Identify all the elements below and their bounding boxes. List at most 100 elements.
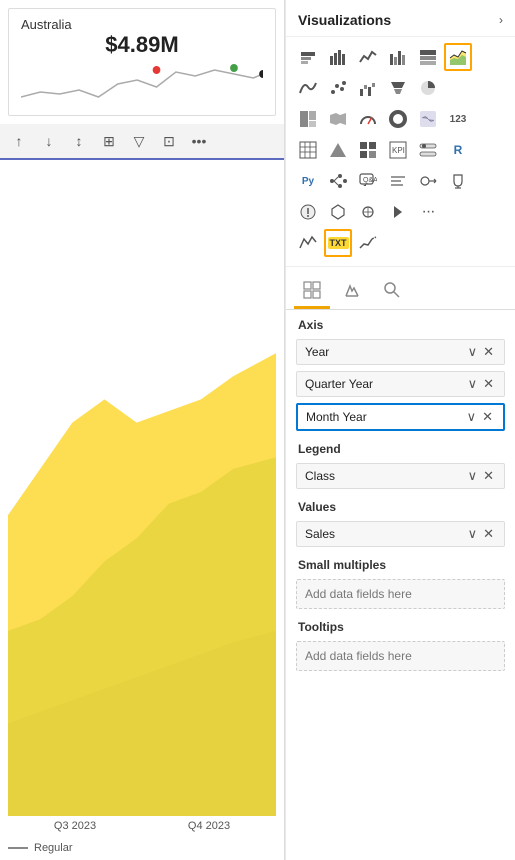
visualization-icon-grid: 123 KPI R Py (286, 37, 515, 267)
left-panel: Australia $4.89M ↑ ↓ ↕ ⊞ ▽ ⊡ ••• (0, 0, 285, 860)
chart-card: Australia $4.89M (8, 8, 276, 116)
year-field-actions: ∨ ✕ (466, 344, 496, 360)
viz-icon-pie[interactable] (414, 74, 442, 102)
values-section-label: Values (286, 492, 515, 518)
icon-row-4: KPI R (294, 136, 507, 164)
viz-icon-R[interactable]: R (444, 136, 472, 164)
chart-x-labels: Q3 2023 Q4 2023 (0, 816, 284, 836)
viz-icon-forecast[interactable] (354, 229, 382, 257)
viz-icon-trophy[interactable] (444, 167, 472, 195)
viz-icon-filled-map[interactable] (414, 105, 442, 133)
month-year-field-chip[interactable]: Month Year ∨ ✕ (296, 403, 505, 431)
viz-icon-map[interactable] (324, 105, 352, 133)
viz-icon-funnel[interactable] (384, 74, 412, 102)
viz-icon-waterfall[interactable] (354, 74, 382, 102)
viz-icon-txt-selected[interactable]: TXT (324, 229, 352, 257)
filter-button[interactable]: ▽ (126, 128, 152, 154)
viz-icon-sparkline[interactable] (294, 229, 322, 257)
viz-icon-donut[interactable] (384, 105, 412, 133)
viz-icon-blank (444, 74, 472, 102)
expand-panel-icon[interactable]: › (499, 13, 503, 27)
month-year-chevron-icon[interactable]: ∨ (465, 409, 479, 425)
quarter-year-field-actions: ∨ ✕ (466, 376, 496, 392)
small-multiples-section-label: Small multiples (286, 550, 515, 576)
viz-icon-clustered-bar[interactable] (384, 43, 412, 71)
viz-icon-anomaly[interactable] (294, 198, 322, 226)
class-close-icon[interactable]: ✕ (481, 468, 496, 484)
axis-section-label: Axis (286, 310, 515, 336)
expand-button[interactable]: ⊞ (96, 128, 122, 154)
value-label: $4.89M (21, 32, 263, 58)
quarter-year-field-chip[interactable]: Quarter Year ∨ ✕ (296, 371, 505, 397)
icon-row-3: 123 (294, 105, 507, 133)
icon-row-6: ··· (294, 198, 507, 226)
viz-icon-more[interactable]: ··· (414, 198, 442, 226)
viz-icon-treemap[interactable] (294, 105, 322, 133)
viz-icon-scatter[interactable] (324, 74, 352, 102)
year-close-icon[interactable]: ✕ (481, 344, 496, 360)
sales-field-chip[interactable]: Sales ∨ ✕ (296, 521, 505, 547)
more-options-button[interactable]: ••• (186, 128, 212, 154)
legend-line-icon (8, 847, 28, 849)
sort-desc-button[interactable]: ↓ (36, 128, 62, 154)
sales-close-icon[interactable]: ✕ (481, 526, 496, 542)
viz-icon-matrix[interactable] (354, 136, 382, 164)
month-year-field-label: Month Year (306, 410, 367, 424)
sales-field-label: Sales (305, 527, 335, 541)
panel-title: Visualizations (298, 12, 391, 28)
class-field-actions: ∨ ✕ (466, 468, 496, 484)
format-tab[interactable] (334, 273, 370, 309)
viz-icon-triangle[interactable] (324, 136, 352, 164)
icon-row-2 (294, 74, 507, 102)
tooltips-add-fields[interactable]: Add data fields here (296, 641, 505, 671)
year-chevron-icon[interactable]: ∨ (466, 344, 480, 360)
viz-icon-arrow[interactable] (384, 198, 412, 226)
analytics-tab[interactable] (374, 273, 410, 309)
visualizations-header: Visualizations › (286, 0, 515, 37)
viz-icon-area-selected[interactable] (444, 43, 472, 71)
viz-icon-key-influencers[interactable] (414, 167, 442, 195)
icon-row-5: Py Q&A (294, 167, 507, 195)
quarter-close-icon[interactable]: ✕ (481, 376, 496, 392)
country-label: Australia (21, 17, 263, 32)
viz-icon-table[interactable] (294, 136, 322, 164)
viz-icon-bar[interactable] (324, 43, 352, 71)
viz-icon-shape-map[interactable] (324, 198, 352, 226)
viz-icon-line[interactable] (354, 43, 382, 71)
viz-icon-123[interactable]: 123 (444, 105, 472, 133)
legend-label: Regular (34, 842, 73, 854)
year-field-chip[interactable]: Year ∨ ✕ (296, 339, 505, 365)
viz-icon-ribbon[interactable] (294, 74, 322, 102)
area-chart (0, 160, 284, 816)
quarter-chevron-icon[interactable]: ∨ (466, 376, 480, 392)
class-chevron-icon[interactable]: ∨ (466, 468, 480, 484)
chart-toolbar: ↑ ↓ ↕ ⊞ ▽ ⊡ ••• (0, 124, 284, 160)
viz-icon-kpi[interactable]: KPI (384, 136, 412, 164)
right-panel: Visualizations › (285, 0, 515, 860)
icon-row-7: TXT (294, 229, 507, 257)
viz-icon-custom[interactable] (354, 198, 382, 226)
sales-chevron-icon[interactable]: ∨ (466, 526, 480, 542)
viz-icon-100pct-bar[interactable] (414, 43, 442, 71)
sort-both-button[interactable]: ↕ (66, 128, 92, 154)
icon-row-1 (294, 43, 507, 71)
viz-icon-smart-narrative[interactable] (384, 167, 412, 195)
viz-icon-qa[interactable]: Q&A (354, 167, 382, 195)
viz-icon-python[interactable]: Py (294, 167, 322, 195)
sort-asc-button[interactable]: ↑ (6, 128, 32, 154)
chart-legend: Regular (0, 836, 284, 860)
legend-section-label: Legend (286, 434, 515, 460)
svg-text:Q&A: Q&A (363, 177, 377, 184)
viz-icon-gauge[interactable] (354, 105, 382, 133)
class-field-chip[interactable]: Class ∨ ✕ (296, 463, 505, 489)
fields-tab[interactable] (294, 273, 330, 309)
small-multiples-add-fields[interactable]: Add data fields here (296, 579, 505, 609)
quarter-year-field-label: Quarter Year (305, 377, 373, 391)
export-button[interactable]: ⊡ (156, 128, 182, 154)
month-year-close-icon[interactable]: ✕ (480, 409, 495, 425)
sales-field-actions: ∨ ✕ (466, 526, 496, 542)
viz-icon-slicer[interactable] (414, 136, 442, 164)
viz-icon-stacked-bar[interactable] (294, 43, 322, 71)
year-field-label: Year (305, 345, 329, 359)
viz-icon-decomp-tree[interactable] (324, 167, 352, 195)
